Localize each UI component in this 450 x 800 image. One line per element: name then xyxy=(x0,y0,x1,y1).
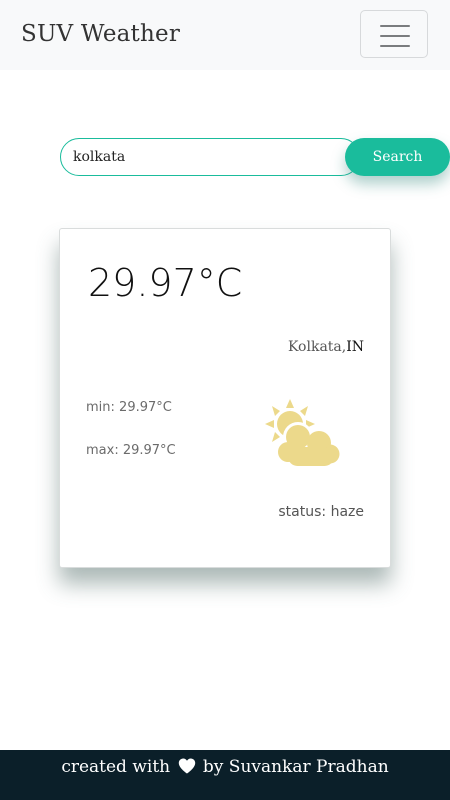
search-form: Search xyxy=(60,138,450,176)
menu-toggle-button[interactable] xyxy=(360,10,428,58)
navbar: SUV Weather xyxy=(0,0,450,70)
weather-card: 29.97°C Kolkata,IN min: 29.97°C max: 29.… xyxy=(59,228,391,568)
weather-status: status: haze xyxy=(278,504,364,520)
max-temperature: max: 29.97°C xyxy=(86,443,176,458)
hamburger-menu-icon xyxy=(380,25,410,47)
status-value: haze xyxy=(330,504,364,520)
country-code: IN xyxy=(346,339,364,355)
min-value: 29.97°C xyxy=(119,400,172,415)
partly-cloudy-sun-icon xyxy=(265,399,343,468)
location: Kolkata,IN xyxy=(288,339,364,355)
footer: created with by Suvankar Pradhan xyxy=(0,750,450,800)
page: SUV Weather Search 29.97°C Kolkata,IN mi… xyxy=(0,0,450,800)
min-label: min: xyxy=(86,400,115,415)
footer-suffix: by Suvankar Pradhan xyxy=(202,757,389,777)
status-label: status: xyxy=(278,504,327,520)
heart-icon xyxy=(178,758,195,774)
search-input[interactable] xyxy=(60,138,360,176)
footer-prefix: created with xyxy=(61,757,171,777)
max-label: max: xyxy=(86,443,119,458)
max-value: 29.97°C xyxy=(122,443,176,458)
city-name: Kolkata, xyxy=(287,339,347,355)
search-button[interactable]: Search xyxy=(345,138,450,176)
min-temperature: min: 29.97°C xyxy=(86,400,172,415)
current-temperature: 29.97°C xyxy=(88,261,243,305)
brand-title[interactable]: SUV Weather xyxy=(21,21,180,47)
